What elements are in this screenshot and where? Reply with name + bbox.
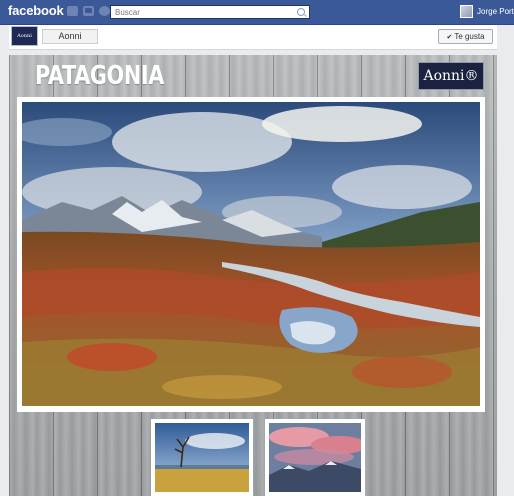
search-input[interactable]: Buscar (110, 5, 310, 19)
check-icon: ✔ (446, 34, 453, 41)
like-button[interactable]: ✔ Te gusta (438, 29, 493, 44)
avatar (460, 5, 473, 18)
facebook-logo[interactable]: facebook (8, 3, 64, 18)
page-name-tab[interactable]: Aonni (42, 29, 98, 44)
page-title: PATAGONIA (35, 61, 164, 91)
main-photo-frame (17, 97, 485, 412)
user-profile-link[interactable]: Jorge Porta (460, 5, 514, 18)
tree-photo-illustration (155, 423, 249, 492)
search-placeholder: Buscar (115, 8, 140, 17)
thumbnail-photo-tree[interactable] (151, 419, 253, 496)
page-header: Aonni Aonni ✔ Te gusta (9, 25, 497, 50)
notification-icons (67, 6, 110, 16)
main-landscape-photo (22, 102, 480, 406)
facebook-top-bar: facebook Buscar Jorge Porta (0, 0, 514, 25)
brand-logo-text: Aonni® (423, 68, 479, 84)
app-canvas: PATAGONIA Aonni® (9, 55, 497, 496)
user-name: Jorge Porta (477, 7, 514, 16)
messages-icon[interactable] (83, 6, 94, 16)
landscape-illustration (22, 102, 480, 406)
brand-logo: Aonni® (418, 62, 484, 90)
notifications-icon[interactable] (99, 6, 110, 16)
friend-requests-icon[interactable] (67, 6, 78, 16)
page-avatar[interactable]: Aonni (11, 26, 38, 46)
thumbnail-photo-sunset[interactable] (265, 419, 365, 496)
search-icon[interactable] (297, 8, 305, 16)
like-button-label: Te gusta (454, 32, 485, 41)
page-avatar-text: Aonni (17, 33, 32, 39)
sunset-photo-illustration (269, 423, 361, 492)
